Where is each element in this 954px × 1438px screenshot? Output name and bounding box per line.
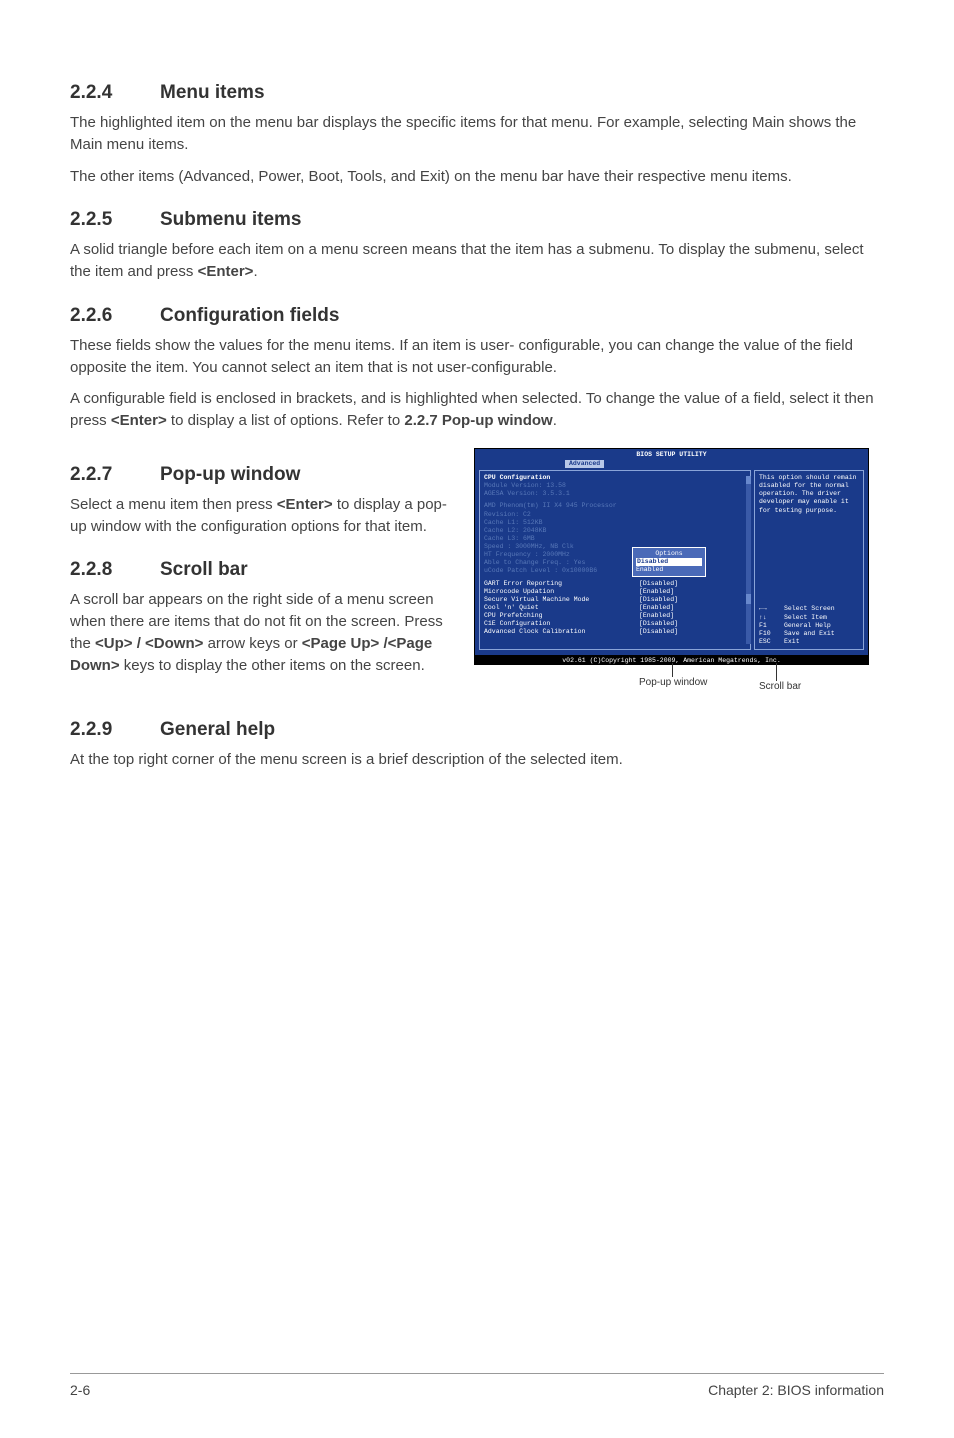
bios-cpu-config: CPU Configuration	[484, 474, 746, 482]
heading-224: 2.2.4Menu items	[70, 82, 884, 104]
bios-speed: Speed : 3000MHz, NB Clk	[484, 543, 746, 551]
page-number: 2-6	[70, 1382, 90, 1398]
heading-title: Pop-up window	[160, 464, 300, 485]
bios-popup-title: Options	[636, 550, 702, 558]
bios-row-svm: Secure Virtual Machine Mode[Disabled]	[484, 596, 746, 604]
bios-l3: Cache L3: 6MB	[484, 535, 746, 543]
bios-scroll-thumb	[746, 594, 751, 604]
bios-popup-option-disabled: Disabled	[636, 558, 702, 566]
heading-num: 2.2.8	[70, 559, 160, 581]
bios-main-panel: CPU Configuration Module Version: 13.58 …	[479, 470, 751, 650]
heading-226: 2.2.6Configuration fields	[70, 305, 884, 327]
bios-popup-option-enabled: Enabled	[636, 566, 702, 574]
bios-scrollbar	[746, 476, 751, 644]
bios-scroll-thumb	[746, 476, 751, 484]
bios-revision: Revision: C2	[484, 511, 746, 519]
bios-nav-row: F10Save and Exit	[759, 630, 859, 638]
bios-nav-row: ESCExit	[759, 638, 859, 646]
heading-229: 2.2.9General help	[70, 719, 884, 741]
bios-nav-row: ↑↓Select Item	[759, 614, 859, 622]
p-226-1: These fields show the values for the men…	[70, 335, 884, 379]
bios-ht: HT Frequency : 2000MHz	[484, 551, 746, 559]
p-229-1: At the top right corner of the menu scre…	[70, 749, 884, 771]
bios-row-c1e: C1E Configuration[Disabled]	[484, 620, 746, 628]
bios-agesa-version: AGESA Version: 3.5.3.1	[484, 490, 746, 498]
bios-module-version: Module Version: 13.58	[484, 482, 746, 490]
callout-scrollbar-label: Scroll bar	[759, 681, 801, 692]
bios-title: BIOS SETUP UTILITY	[475, 449, 868, 460]
bios-ucode: uCode Patch Level : 0x10000B6	[484, 567, 746, 575]
bios-l2: Cache L2: 2048KB	[484, 527, 746, 535]
heading-num: 2.2.9	[70, 719, 160, 741]
p-226-2: A configurable field is enclosed in brac…	[70, 388, 884, 432]
p-224-1: The highlighted item on the menu bar dis…	[70, 112, 884, 156]
bios-row-gart: GART Error Reporting[Disabled]	[484, 580, 746, 588]
bios-screen: BIOS SETUP UTILITY Advanced CPU Configur…	[474, 448, 869, 656]
heading-num: 2.2.4	[70, 82, 160, 104]
bios-screenshot: BIOS SETUP UTILITY Advanced CPU Configur…	[474, 448, 869, 697]
heading-title: General help	[160, 719, 275, 740]
page-footer: 2-6 Chapter 2: BIOS information	[70, 1373, 884, 1398]
callout-popup-label: Pop-up window	[639, 677, 707, 688]
heading-num: 2.2.7	[70, 464, 160, 486]
bios-nav-row: F1General Help	[759, 622, 859, 630]
bios-side-panel: This option should remain disabled for t…	[754, 470, 864, 650]
bios-tab-advanced: Advanced	[565, 460, 604, 468]
bios-nav-row: ←→Select Screen	[759, 605, 859, 613]
bios-help-text: This option should remain disabled for t…	[759, 474, 859, 515]
bios-row-microcode: Microcode Updation[Enabled]	[484, 588, 746, 596]
p-228-1: A scroll bar appears on the right side o…	[70, 589, 454, 676]
heading-num: 2.2.5	[70, 209, 160, 231]
bios-cpu-name: AMD Phenom(tm) II X4 945 Processor	[484, 502, 746, 510]
bios-l1: Cache L1: 512KB	[484, 519, 746, 527]
heading-225: 2.2.5Submenu items	[70, 209, 884, 231]
p-227-1: Select a menu item then press <Enter> to…	[70, 494, 454, 538]
chapter-label: Chapter 2: BIOS information	[708, 1382, 884, 1398]
bios-popup-window: Options Disabled Enabled	[632, 547, 706, 577]
p-224-2: The other items (Advanced, Power, Boot, …	[70, 166, 884, 188]
bios-callout-labels: Pop-up window Scroll bar	[474, 667, 869, 697]
callout-line	[672, 663, 673, 677]
heading-227: 2.2.7Pop-up window	[70, 464, 454, 486]
heading-title: Configuration fields	[160, 305, 339, 326]
callout-line	[776, 663, 777, 681]
heading-title: Submenu items	[160, 209, 301, 230]
heading-title: Scroll bar	[160, 559, 248, 580]
bios-able: Able to Change Freq. : Yes	[484, 559, 746, 567]
bios-body: CPU Configuration Module Version: 13.58 …	[475, 468, 868, 652]
p-225-1: A solid triangle before each item on a m…	[70, 239, 884, 283]
heading-title: Menu items	[160, 82, 265, 103]
heading-228: 2.2.8Scroll bar	[70, 559, 454, 581]
bios-nav-keys: ←→Select Screen ↑↓Select Item F1General …	[759, 605, 859, 646]
bios-row-prefetch: CPU Prefetching[Enabled]	[484, 612, 746, 620]
bios-row-coolnquiet: Cool 'n' Quiet[Enabled]	[484, 604, 746, 612]
bios-row-clock: Advanced Clock Calibration[Disabled]	[484, 628, 746, 636]
heading-num: 2.2.6	[70, 305, 160, 327]
